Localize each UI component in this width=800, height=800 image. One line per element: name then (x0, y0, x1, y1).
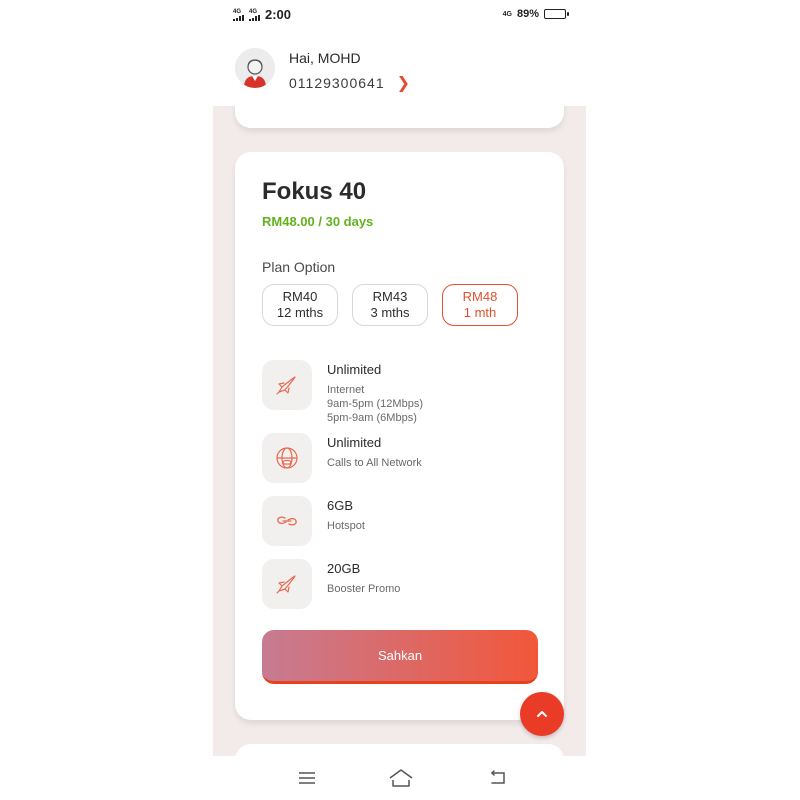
option-price: RM43 (372, 289, 408, 304)
plan-option-rm40[interactable]: RM40 12 mths (262, 284, 338, 326)
user-avatar-icon (235, 48, 275, 88)
option-price: RM40 (282, 289, 318, 304)
feature-detail: 5pm-9am (6Mbps) (327, 412, 417, 424)
chevron-right-icon: ❯ (396, 75, 412, 92)
feature-detail: Calls to All Network (327, 457, 422, 469)
confirm-button[interactable]: Sahkan (262, 630, 538, 684)
rocket-icon (262, 360, 312, 410)
clock: 2:00 (265, 7, 292, 22)
menu-icon[interactable] (297, 768, 317, 793)
network-type: 4G (502, 10, 512, 18)
back-icon[interactable] (488, 768, 508, 793)
avatar[interactable] (235, 48, 275, 88)
feature-title: Unlimited (327, 435, 382, 450)
greeting: Hai, MOHD (289, 50, 361, 66)
feature-hotspot: 6GB Hotspot (262, 496, 365, 546)
home-icon[interactable] (388, 768, 414, 793)
account-header[interactable]: Hai, MOHD 01129300641 ❯ (213, 30, 586, 106)
battery-icon (544, 9, 569, 19)
option-price: RM48 (462, 289, 498, 304)
feature-title: 6GB (327, 498, 354, 513)
battery-percent: 89% (516, 8, 539, 20)
feature-title: 20GB (327, 561, 361, 576)
rocket-icon (262, 559, 312, 609)
option-duration: 3 mths (370, 305, 410, 320)
next-plan-card[interactable] (235, 744, 564, 756)
chevron-up-icon (537, 711, 547, 717)
feature-detail: Booster Promo (327, 583, 401, 595)
signal-icon: 4G (249, 9, 260, 21)
phone-number: 01129300641 (289, 75, 385, 91)
plan-option-label: Plan Option (262, 259, 336, 275)
signal-icon: 4G (233, 9, 244, 21)
option-duration: 12 mths (276, 305, 324, 320)
status-bar: 4G 4G 2:00 4G 89% (213, 0, 586, 30)
system-nav-bar (213, 756, 586, 800)
feature-detail: Hotspot (327, 520, 365, 532)
plan-title: Fokus 40 (262, 178, 367, 205)
feature-calls: Unlimited Calls to All Network (262, 433, 422, 483)
previous-plan-card[interactable] (235, 106, 564, 128)
feature-detail: 9am-5pm (12Mbps) (327, 398, 423, 410)
phone-screen: 4G 4G 2:00 4G 89% Hai, MOHD 01129300641 … (213, 0, 586, 800)
feature-detail: Internet (327, 384, 365, 396)
hotspot-link-icon (262, 496, 312, 546)
phone-number-link[interactable]: 01129300641 ❯ (289, 73, 411, 93)
option-duration: 1 mth (463, 305, 497, 320)
plan-card: Fokus 40 RM48.00 / 30 days Plan Option R… (235, 152, 564, 720)
plan-option-rm48[interactable]: RM48 1 mth (442, 284, 518, 326)
scroll-top-button[interactable] (520, 692, 564, 736)
plan-option-group: RM40 12 mths RM43 3 mths RM48 1 mth (262, 284, 518, 326)
plan-price: RM48.00 / 30 days (262, 214, 374, 229)
feature-title: Unlimited (327, 362, 382, 377)
feature-internet: Unlimited Internet 9am-5pm (12Mbps) 5pm-… (262, 360, 423, 425)
feature-booster: 20GB Booster Promo (262, 559, 400, 609)
plan-list[interactable]: Fokus 40 RM48.00 / 30 days Plan Option R… (213, 106, 586, 756)
call-globe-icon (262, 433, 312, 483)
plan-option-rm43[interactable]: RM43 3 mths (352, 284, 428, 326)
